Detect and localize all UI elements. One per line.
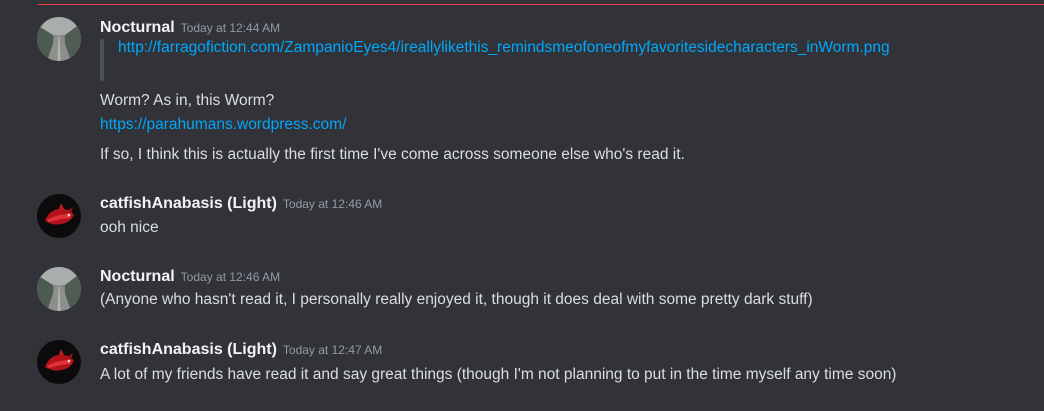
message-header: catfishAnabasis (Light) Today at 12:46 AM — [100, 194, 382, 214]
avatar[interactable] — [37, 194, 81, 238]
message-3: Nocturnal Today at 12:46 AM (Anyone who h… — [0, 267, 1044, 317]
username[interactable]: Nocturnal — [100, 268, 175, 285]
message-text: (Anyone who hasn't read it, I personally… — [100, 291, 813, 308]
message-1: Nocturnal Today at 12:44 AM http://farrag… — [0, 16, 1044, 176]
quote-bar — [100, 39, 104, 81]
username[interactable]: catfishAnabasis (Light) — [100, 341, 277, 358]
timestamp[interactable]: Today at 12:46 AM — [181, 270, 280, 284]
block-quote: http://farragofiction.com/ZampanioEyes4/… — [100, 37, 960, 81]
message-text: Worm? As in, this Worm? — [100, 92, 275, 109]
username[interactable]: Nocturnal — [100, 19, 175, 36]
timestamp[interactable]: Today at 12:47 AM — [283, 343, 382, 357]
message-4: catfishAnabasis (Light) Today at 12:47 AM… — [0, 340, 1044, 390]
message-header: catfishAnabasis (Light) Today at 12:47 AM — [100, 340, 382, 360]
timestamp[interactable]: Today at 12:46 AM — [283, 197, 382, 211]
avatar[interactable] — [37, 340, 81, 384]
avatar[interactable] — [37, 267, 81, 311]
road-avatar-icon — [37, 267, 81, 311]
message-2: catfishAnabasis (Light) Today at 12:46 AM… — [0, 194, 1044, 244]
message-text: ooh nice — [100, 219, 159, 236]
message-header: Nocturnal Today at 12:46 AM — [100, 267, 280, 287]
message-text: If so, I think this is actually the firs… — [100, 146, 685, 163]
road-avatar-icon — [37, 17, 81, 61]
timestamp[interactable]: Today at 12:44 AM — [181, 21, 280, 35]
message-header: Nocturnal Today at 12:44 AM — [100, 18, 280, 38]
avatar[interactable] — [37, 17, 81, 61]
message-link[interactable]: https://parahumans.wordpress.com/ — [100, 114, 346, 136]
message-text: A lot of my friends have read it and say… — [100, 366, 897, 383]
quoted-link[interactable]: http://farragofiction.com/ZampanioEyes4/… — [118, 37, 960, 59]
red-creature-avatar-icon — [37, 194, 81, 238]
username[interactable]: catfishAnabasis (Light) — [100, 195, 277, 212]
new-messages-divider — [38, 4, 1044, 5]
red-creature-avatar-icon — [37, 340, 81, 384]
